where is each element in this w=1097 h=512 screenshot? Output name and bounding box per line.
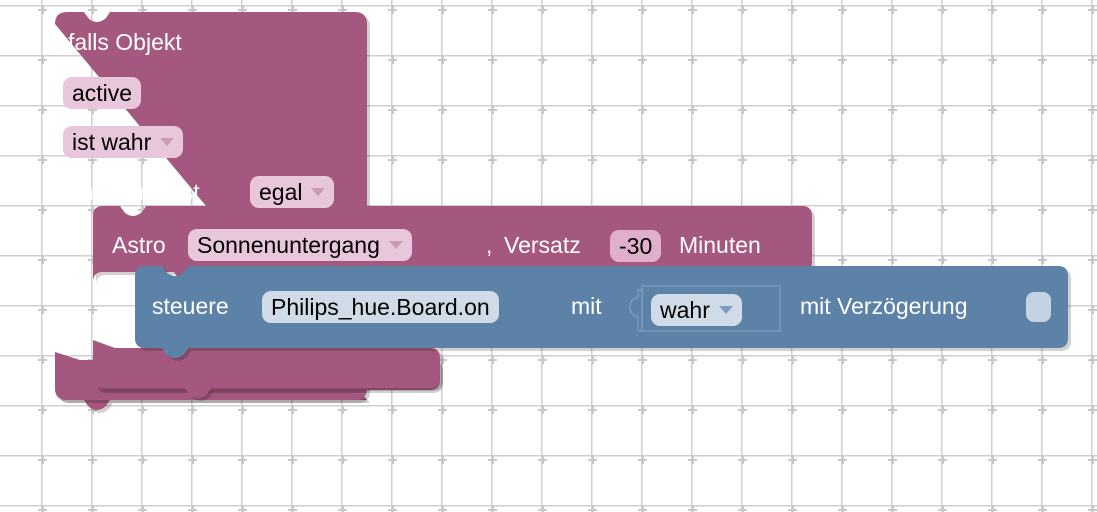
chevron-down-icon <box>718 306 733 314</box>
action-value-connector-notch <box>629 289 643 332</box>
blockly-workspace[interactable]: falls Objekt active ist wahr anerkannt i… <box>0 0 1097 512</box>
action-delay-label: mit Verzögerung <box>800 293 968 319</box>
action-value-subblock-shape[interactable] <box>0 0 1097 512</box>
delay-checkbox[interactable] <box>1026 292 1051 322</box>
action-value-dropdown-text: wahr <box>660 296 710 323</box>
action-value-dropdown[interactable]: wahr <box>651 294 742 326</box>
